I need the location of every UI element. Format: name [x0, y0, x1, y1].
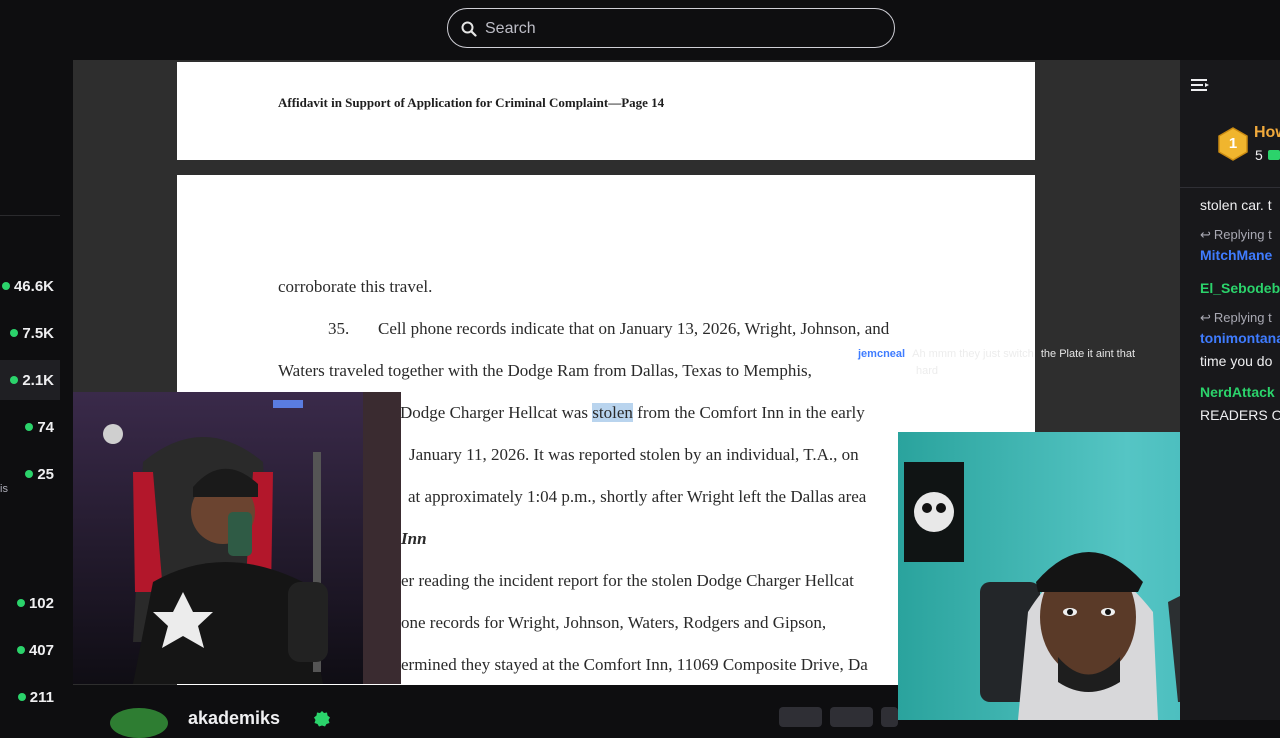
reply-arrow-icon: ↩ [1200, 310, 1211, 325]
followed-channels-rail: 46.6K 7.5K 2.1K 74 25 102 407 211 [0, 215, 60, 721]
page-header-text: Affidavit in Support of Application for … [278, 95, 665, 110]
channel-info-bar [60, 685, 898, 720]
paragraph-number: 35. [328, 319, 350, 338]
hype-title: How [1254, 124, 1280, 141]
channel-name[interactable]: akademiks [188, 708, 280, 729]
overlay-chat-text: the Plate it aint that [1040, 348, 1136, 360]
viewer-count: 407 [28, 641, 54, 659]
live-dot-icon [25, 423, 34, 431]
overlay-chat-text-faint: hard [916, 365, 939, 377]
search-input[interactable] [483, 17, 867, 41]
doc-text: from the Comfort Inn in the early [632, 403, 865, 422]
chat-divider [1180, 187, 1280, 188]
doc-line: corroborate this travel. [278, 277, 433, 296]
live-dot-icon [16, 599, 25, 607]
followed-channel-2[interactable]: 7.5K [0, 313, 60, 353]
reply-text: Replying t [1213, 310, 1272, 325]
overlay-chat-message: jemcneal Ah mmm they just switch the Pla… [858, 348, 1135, 360]
followed-channel-8[interactable]: 211 [0, 677, 60, 717]
gift-icon [1268, 150, 1280, 160]
channel-avatar[interactable] [110, 708, 168, 738]
action-button[interactable] [779, 707, 822, 727]
live-dot-icon [10, 329, 19, 337]
live-dot-icon [10, 376, 19, 384]
overlay-chat-text-faint: Ah mmm they just switch [912, 348, 1034, 360]
search-icon [461, 21, 477, 37]
doc-line: one records for Wright, Johnson, Waters,… [401, 613, 827, 632]
action-button[interactable] [830, 707, 873, 727]
viewer-count: 102 [28, 594, 54, 612]
doc-line: er reading the incident report for the s… [401, 571, 854, 590]
live-dot-icon [1, 282, 10, 290]
top-bar [0, 0, 1280, 60]
followed-channel-3[interactable]: 2.1K [0, 360, 60, 400]
followed-channel-7[interactable]: 407 [0, 630, 60, 670]
followed-channel-6[interactable]: 102 [0, 583, 60, 623]
chat-username[interactable]: tonimontana [1200, 330, 1280, 346]
doc-text: Dodge Charger Hellcat was [400, 403, 593, 422]
doc-line: January 11, 2026. It was reported stolen… [409, 445, 859, 464]
viewer-count: 46.6K [13, 277, 54, 295]
followed-channel-4[interactable]: 74 [0, 407, 60, 447]
document-page-header: Affidavit in Support of Application for … [177, 62, 1035, 160]
followed-channel-1[interactable]: 46.6K [0, 266, 60, 306]
webcam-left-image [73, 392, 401, 684]
viewer-count: 2.1K [22, 371, 54, 389]
doc-line: ermined they stayed at the Comfort Inn, … [401, 655, 868, 674]
verified-badge-icon [314, 711, 330, 727]
doc-line: Cell phone records indicate that on Janu… [378, 319, 890, 338]
chat-message: time you do [1200, 353, 1273, 369]
live-dot-icon [17, 693, 26, 701]
doc-line: Waters traveled together with the Dodge … [278, 361, 812, 380]
chat-username[interactable]: El_Sebodeb [1200, 280, 1280, 296]
hype-rank-badge: 1 [1217, 127, 1249, 161]
webcam-overlay-left [73, 392, 401, 684]
overlay-chat-message-cont: hard [912, 365, 938, 377]
reply-indicator: ↩ Replying t [1200, 310, 1272, 326]
chat-username[interactable]: MitchMane [1200, 247, 1272, 263]
search-bar[interactable] [447, 8, 895, 48]
highlighted-word: stolen [592, 403, 633, 422]
hype-count: 5 [1255, 147, 1263, 163]
chat-username[interactable]: NerdAttack [1200, 384, 1275, 400]
chat-message: READERS O [1200, 407, 1280, 423]
overlay-chat-user: jemcneal [858, 348, 906, 360]
doc-line: Dodge Charger Hellcat was stolen from th… [400, 403, 865, 423]
rail-fragment-text: is [0, 483, 8, 495]
live-dot-icon [25, 470, 34, 478]
viewer-count: 25 [37, 465, 54, 483]
viewer-count: 74 [37, 418, 54, 436]
reply-arrow-icon: ↩ [1200, 227, 1211, 242]
rank-number: 1 [1228, 135, 1238, 152]
action-button[interactable] [881, 707, 898, 727]
doc-line: at approximately 1:04 p.m., shortly afte… [408, 487, 867, 506]
doc-subheading: Inn [401, 529, 427, 548]
reply-indicator: ↩ Replying t [1200, 227, 1272, 243]
live-dot-icon [16, 646, 25, 654]
collapse-arrow-icon [1191, 79, 1209, 91]
followed-channel-5[interactable]: 25 [0, 454, 60, 494]
viewer-count: 211 [29, 688, 54, 706]
reply-text: Replying t [1213, 227, 1272, 242]
chat-message: stolen car. t [1200, 197, 1272, 213]
collapse-chat-button[interactable] [1188, 74, 1212, 98]
viewer-count: 7.5K [22, 324, 54, 342]
